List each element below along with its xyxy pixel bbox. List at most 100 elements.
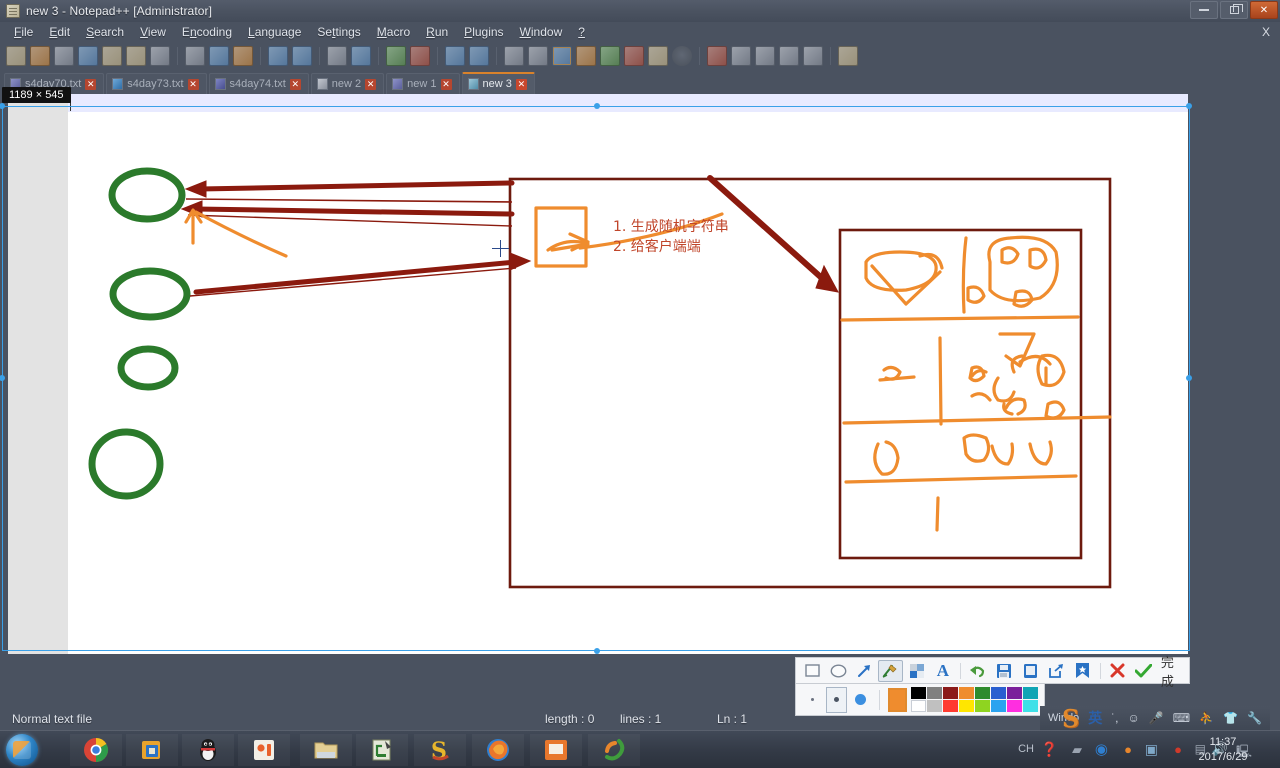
ime-mode-label[interactable]: 英 [1088, 708, 1102, 728]
menu-item-file[interactable]: File [6, 23, 41, 41]
color-swatch-0-4[interactable] [975, 687, 991, 699]
macro-save-icon[interactable] [803, 46, 823, 66]
sync-scroll-v-icon[interactable] [445, 46, 465, 66]
color-swatch-0-6[interactable] [1007, 687, 1023, 699]
indent-guide-icon[interactable] [552, 46, 572, 66]
start-button[interactable] [6, 734, 38, 766]
new-file-icon[interactable] [6, 46, 26, 66]
color-swatch-1-5[interactable] [991, 700, 1007, 712]
word-wrap-icon[interactable] [504, 46, 524, 66]
text-editor-canvas[interactable] [68, 94, 1188, 654]
tab-new-3[interactable]: new 3 ✕ [461, 72, 535, 94]
dot-orange-icon[interactable]: ● [1124, 742, 1132, 757]
print-icon[interactable] [150, 46, 170, 66]
taskbar-clock[interactable]: 11:37 2017/6/29 [1184, 735, 1262, 765]
resize-handle-bc[interactable] [594, 648, 600, 654]
tab-new-1[interactable]: new 1 ✕ [386, 73, 460, 94]
sync-scroll-h-icon[interactable] [469, 46, 489, 66]
folder-workspace-icon[interactable] [648, 46, 668, 66]
close-icon[interactable]: ✕ [515, 78, 527, 90]
menu-item-search[interactable]: Search [78, 23, 132, 41]
smiley-icon[interactable]: ☺ [1128, 711, 1140, 725]
function-list-icon[interactable] [624, 46, 644, 66]
taskbar-item-notepadpp[interactable] [356, 734, 408, 766]
macro-multi-play-icon[interactable] [779, 46, 799, 66]
brush-tool-button[interactable] [878, 659, 903, 682]
menu-item-language[interactable]: Language [240, 23, 309, 41]
menu-item-encoding[interactable]: Encoding [174, 23, 240, 41]
resize-handle-tc[interactable] [594, 103, 600, 109]
tab-new-2[interactable]: new 2 ✕ [310, 73, 385, 94]
network-icon[interactable]: ▰ [1072, 742, 1082, 758]
share-tool-button[interactable] [1044, 660, 1068, 682]
close-icon[interactable]: ✕ [365, 78, 377, 90]
rectangle-tool-button[interactable] [800, 660, 824, 682]
confirm-button[interactable] [1132, 660, 1156, 682]
undo-tool-button[interactable] [966, 660, 990, 682]
menu-item-view[interactable]: View [132, 23, 174, 41]
tray-ime-mode[interactable]: CH [1018, 743, 1034, 755]
taskbar-item-explorer[interactable] [300, 734, 352, 766]
brush-size-large[interactable] [851, 687, 871, 713]
taskbar-item-sublime[interactable]: S [414, 734, 466, 766]
preferences-icon[interactable] [838, 46, 858, 66]
color-swatch-1-6[interactable] [1007, 700, 1023, 712]
save-icon[interactable] [54, 46, 74, 66]
color-swatch-grid[interactable] [911, 687, 1039, 712]
record-stop-icon[interactable] [672, 46, 692, 66]
browser-icon[interactable]: ◉ [1095, 740, 1108, 758]
color-swatch-0-7[interactable] [1023, 687, 1039, 699]
comma-icon[interactable]: ˙, [1111, 711, 1118, 725]
cancel-button[interactable] [1106, 660, 1130, 682]
color-swatch-0-3[interactable] [959, 687, 975, 699]
text-tool-button[interactable]: A [931, 660, 955, 682]
paste-icon[interactable] [233, 46, 253, 66]
tools-icon[interactable]: 🔧 [1247, 711, 1262, 725]
tab-s4day74[interactable]: s4day74.txt ✕ [208, 73, 309, 94]
save-all-icon[interactable] [78, 46, 98, 66]
menu-item-help[interactable]: ? [570, 23, 593, 41]
monitor-icon[interactable]: ▣ [1145, 741, 1158, 758]
close-file-icon[interactable] [102, 46, 122, 66]
arrow-tool-button[interactable] [852, 660, 876, 682]
show-all-chars-icon[interactable] [528, 46, 548, 66]
open-file-icon[interactable] [30, 46, 50, 66]
redo-icon[interactable] [292, 46, 312, 66]
color-swatch-0-0[interactable] [911, 687, 927, 699]
user-language-icon[interactable] [576, 46, 596, 66]
close-all-icon[interactable] [126, 46, 146, 66]
color-swatch-1-4[interactable] [975, 700, 991, 712]
zoom-out-icon[interactable] [410, 46, 430, 66]
menu-item-macro[interactable]: Macro [369, 23, 418, 41]
help-icon[interactable]: ❓ [1041, 741, 1058, 758]
minimize-button[interactable] [1190, 1, 1218, 19]
brush-size-small[interactable] [802, 687, 822, 713]
skin-icon[interactable]: 👕 [1223, 711, 1238, 725]
replace-icon[interactable] [351, 46, 371, 66]
close-icon[interactable]: ✕ [85, 78, 97, 90]
cut-icon[interactable] [185, 46, 205, 66]
macro-stop-icon[interactable] [731, 46, 751, 66]
taskbar-item-green-app[interactable] [588, 734, 640, 766]
taskbar-item-office[interactable] [126, 734, 178, 766]
color-swatch-1-0[interactable] [911, 700, 927, 712]
done-label[interactable]: 完成 [1161, 652, 1185, 690]
save-tool-button[interactable] [992, 660, 1016, 682]
close-icon[interactable]: ✕ [187, 78, 199, 90]
favorite-tool-button[interactable] [1070, 660, 1094, 682]
pin-tool-button[interactable] [1018, 660, 1042, 682]
restore-button[interactable] [1220, 1, 1248, 19]
menu-item-edit[interactable]: Edit [41, 23, 78, 41]
macro-record-icon[interactable] [707, 46, 727, 66]
menu-item-plugins[interactable]: Plugins [456, 23, 511, 41]
color-swatch-1-7[interactable] [1023, 700, 1039, 712]
taskbar-item-chrome[interactable] [70, 734, 122, 766]
mosaic-tool-button[interactable] [905, 660, 929, 682]
keyboard-icon[interactable]: ⌨ [1173, 711, 1190, 725]
color-swatch-0-1[interactable] [927, 687, 943, 699]
color-swatch-1-1[interactable] [927, 700, 943, 712]
taskbar-item-firefox[interactable] [472, 734, 524, 766]
zoom-in-icon[interactable] [386, 46, 406, 66]
color-swatch-1-2[interactable] [943, 700, 959, 712]
taskbar-item-app-orange[interactable] [238, 734, 290, 766]
